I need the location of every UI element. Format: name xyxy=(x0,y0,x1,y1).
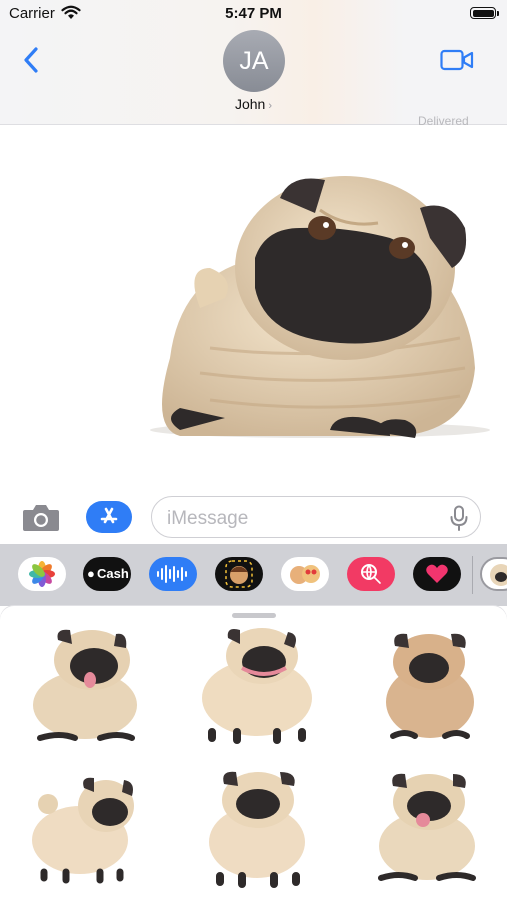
microphone-icon[interactable] xyxy=(448,505,470,531)
pug-stickers-app-button[interactable] xyxy=(480,557,507,591)
back-chevron-icon[interactable] xyxy=(18,44,48,76)
contact-name: John xyxy=(234,96,266,112)
heart-icon xyxy=(426,564,448,583)
status-time: 5:47 PM xyxy=(225,5,282,22)
pug-face-icon xyxy=(490,564,507,586)
apple-cash-app-button[interactable]: ● Cash xyxy=(83,557,131,591)
memoji-app-button[interactable] xyxy=(215,557,263,591)
app-store-button[interactable] xyxy=(86,501,132,533)
contact-avatar[interactable]: JA xyxy=(223,30,285,92)
photos-app-button[interactable] xyxy=(18,557,66,591)
sticker-pug-standing-wide[interactable] xyxy=(192,620,322,750)
camera-icon[interactable] xyxy=(20,500,62,534)
chevron-right-icon: › xyxy=(268,100,273,112)
memoji-face-icon xyxy=(225,560,253,588)
images-search-app-button[interactable] xyxy=(347,557,395,591)
battery-cap xyxy=(497,11,499,16)
sticker-pug-sitting-tongue[interactable] xyxy=(365,762,495,892)
contact-name-button[interactable]: John › xyxy=(0,96,507,112)
memoji-stickers-icon xyxy=(290,565,320,584)
sticker-pug-tongue-sitting[interactable] xyxy=(20,620,150,750)
apple-logo-icon: ● xyxy=(87,566,95,581)
memoji-stickers-app-button[interactable] xyxy=(281,557,329,591)
battery-icon xyxy=(470,7,496,19)
waveform-icon xyxy=(157,565,187,583)
sticker-pug-standing-front[interactable] xyxy=(192,762,322,892)
app-store-icon xyxy=(100,507,118,524)
drawer-grabber[interactable] xyxy=(232,613,276,618)
digital-touch-app-button[interactable] xyxy=(413,557,461,591)
audio-message-app-button[interactable] xyxy=(149,557,197,591)
app-strip-divider xyxy=(472,556,473,594)
sticker-pug-curly-tail[interactable] xyxy=(20,762,150,892)
delivery-status: Delivered xyxy=(418,114,469,128)
apple-cash-label: Cash xyxy=(97,566,129,581)
message-placeholder: iMessage xyxy=(167,508,249,529)
photos-icon xyxy=(29,561,55,587)
globe-search-icon xyxy=(361,564,381,584)
sent-pug-sticker[interactable] xyxy=(140,168,490,450)
sticker-pug-sitting-tan[interactable] xyxy=(365,620,495,750)
facetime-video-icon[interactable] xyxy=(440,48,474,72)
